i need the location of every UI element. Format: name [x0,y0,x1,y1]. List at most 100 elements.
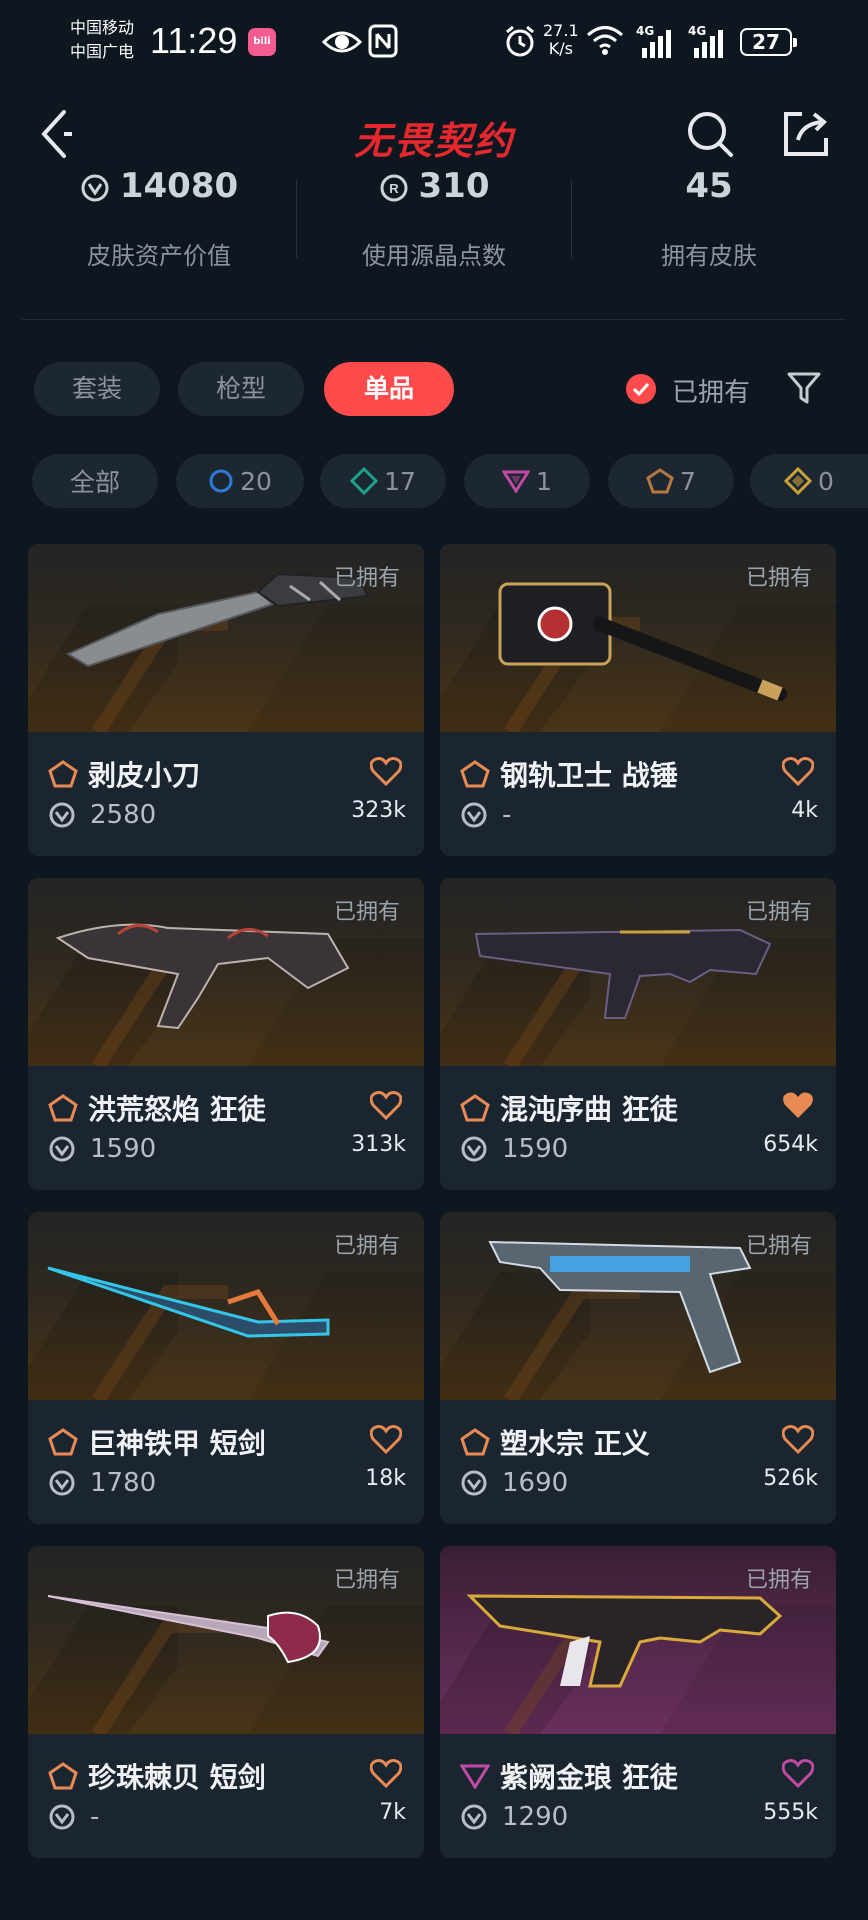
stat-value-text: 14080 [119,166,239,206]
heart-icon[interactable] [370,1424,402,1454]
skin-price: 1590 [90,1134,157,1164]
skin-name: 剥皮小刀 [88,759,201,792]
skin-card[interactable]: 已拥有钢轨卫士 战锤 - 4k [440,544,836,856]
owned-tag: 已拥有 [745,566,812,591]
heart-icon[interactable] [782,756,814,786]
vp-currency-icon [49,1470,75,1496]
stat-label: 使用源晶点数 [362,242,506,270]
skin-image: 已拥有 [28,544,424,732]
skin-card[interactable]: 已拥有 紫阙金琅 狂徒 1290 555k [440,1546,836,1858]
chip-count: 20 [240,466,272,496]
exclusive-tier-icon [48,1762,78,1790]
stat-value-text: 310 [418,166,490,206]
share-button[interactable] [776,104,836,164]
skin-card[interactable]: 已拥有剥皮小刀 2580 323k [28,544,424,856]
premium-tier-icon [460,1764,490,1789]
heart-icon[interactable] [782,1758,814,1788]
exclusive-tier-icon [48,1428,78,1456]
tab-weapon-types[interactable]: 枪型 [178,362,304,416]
vp-currency-icon [49,1136,75,1162]
like-count: 7k [379,1800,406,1825]
search-button[interactable] [680,104,740,164]
owned-tag: 已拥有 [333,1234,400,1259]
heart-icon[interactable] [370,1090,402,1120]
skin-name: 珍珠棘贝 短剑 [88,1761,266,1794]
owned-filter-label[interactable]: 已拥有 [672,372,750,409]
skin-name-row: 塑水宗 正义 [460,1422,650,1462]
rarity-chip-deluxe[interactable]: 17 [320,454,446,508]
signal-2-icon [694,30,723,58]
rarity-chip-select[interactable]: 20 [176,454,304,508]
skin-price: 1780 [90,1468,157,1498]
exclusive-tier-icon [646,468,674,494]
owned-tag: 已拥有 [745,1234,812,1259]
select-tier-icon [209,469,233,493]
rarity-chip-exclusive[interactable]: 7 [608,454,734,508]
skin-price: 1590 [502,1134,569,1164]
stat-value: R 310 [297,166,571,206]
rarity-chip-premium[interactable]: 1 [464,454,590,508]
carrier-info: 中国移动 中国广电 [70,16,134,64]
heart-icon[interactable] [370,1758,402,1788]
chip-count: 17 [384,466,416,496]
exclusive-tier-icon [460,760,490,788]
owned-tag: 已拥有 [333,566,400,591]
tab-items[interactable]: 单品 [324,362,454,416]
skin-price: - [502,800,512,830]
premium-tier-icon [502,470,531,493]
rarity-chip-ultra[interactable]: 0 [750,454,868,508]
vp-currency-icon [461,1804,487,1830]
skin-name-row: 紫阙金琅 狂徒 [460,1756,678,1796]
tab-bundles[interactable]: 套装 [34,362,160,416]
heart-icon[interactable] [782,1424,814,1454]
stat-value: 45 [685,166,733,206]
chip-label: 全部 [69,468,120,497]
owned-tag: 已拥有 [745,1568,812,1593]
heart-icon[interactable] [370,756,402,786]
status-bar: 中国移动 中国广电 11:29 bili 27.1 K/s 4G 4G 27 [0,0,868,90]
exclusive-tier-icon [48,760,78,788]
filter-icon[interactable] [786,370,822,406]
skin-name-row: 珍珠棘贝 短剑 [48,1756,266,1796]
skin-name-row: 洪荒怒焰 狂徒 [48,1088,266,1128]
carrier-1: 中国移动 [70,18,135,37]
skin-card[interactable]: 已拥有珍珠棘贝 短剑 - 7k [28,1546,424,1858]
owned-tag: 已拥有 [333,900,400,925]
skin-name: 钢轨卫士 战锤 [500,759,678,792]
rarity-chip-all[interactable]: 全部 [32,454,158,508]
owned-tag: 已拥有 [333,1568,400,1593]
bilibili-icon: bili [248,28,276,56]
price-row: - [460,800,511,830]
skin-card[interactable]: 已拥有 混沌序曲 狂徒 1590 654k [440,878,836,1190]
signal-1-icon [642,30,671,58]
skin-price: - [90,1802,100,1832]
price-row: 2580 [48,800,156,830]
skin-name: 塑水宗 正义 [500,1427,650,1460]
skin-image: 已拥有 [28,1212,424,1400]
skin-name-row: 钢轨卫士 战锤 [460,754,678,794]
radianite-icon: R [380,174,407,201]
skin-image: 已拥有 [28,878,424,1066]
skin-image: 已拥有 [440,1212,836,1400]
battery-indicator: 27 [740,28,797,56]
owned-checkbox[interactable] [626,374,656,404]
vp-currency-icon [81,174,109,201]
net-speed-unit: K/s [548,39,573,58]
check-icon [632,382,650,396]
skin-card[interactable]: 已拥有洪荒怒焰 狂徒 1590 313k [28,878,424,1190]
like-count: 323k [351,798,406,823]
price-row: 1590 [48,1134,156,1164]
like-count: 4k [791,798,818,823]
like-count: 313k [351,1132,406,1157]
heart-icon[interactable] [782,1090,814,1120]
skin-image: 已拥有 [28,1546,424,1734]
skin-price: 2580 [90,800,157,830]
skin-card[interactable]: 已拥有 塑水宗 正义 1690 526k [440,1212,836,1524]
net-speed: 27.1 K/s [543,22,579,58]
skin-card[interactable]: 已拥有 巨神铁甲 短剑 1780 18k [28,1212,424,1524]
stat-value: 14080 [22,166,296,206]
like-count: 555k [763,1800,818,1825]
svg-text:R: R [389,181,399,196]
like-count: 654k [763,1132,818,1157]
wifi-icon [587,26,623,55]
